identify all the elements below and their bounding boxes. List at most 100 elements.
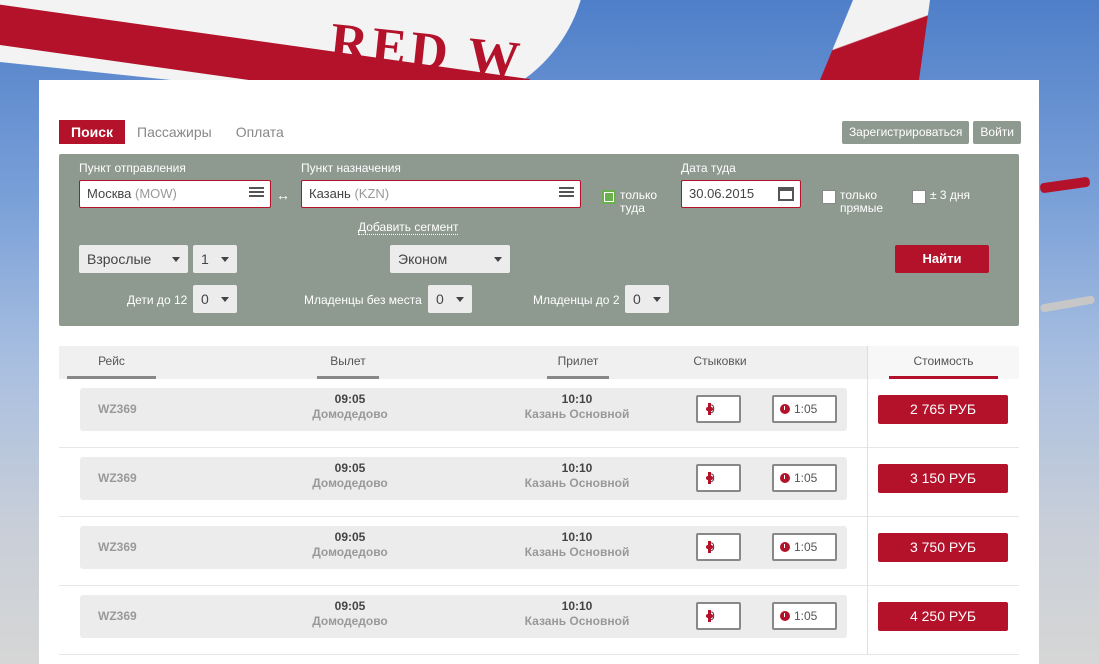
table-row[interactable]: WZ369 09:05 Домодедово 10:10 Казань Осно… [59,448,1019,517]
stops-icon [706,610,713,622]
results-table: Рейс Вылет Прилет Стыковки Стоимость WZ3… [59,346,1019,664]
origin-code: (MOW) [135,186,177,201]
stops-icon [706,472,713,484]
tab-payment[interactable]: Оплата [224,120,296,144]
duration-badge[interactable]: 1:05 [772,533,837,561]
arrival-airport: Казань Основной [524,407,630,421]
arrival-airport: Казань Основной [524,476,630,490]
header-flight[interactable]: Рейс [67,346,156,379]
price-button[interactable]: 3 750 РУБ [878,533,1008,562]
infants-count-select[interactable]: 0 [625,285,669,313]
flex-dates-checkbox[interactable] [912,190,926,204]
date-input[interactable]: 30.06.2015 [681,180,801,208]
infants-noseat-label: Младенцы без места [304,293,422,307]
infants-label: Младенцы до 2 [533,293,620,307]
flight-card[interactable]: WZ369 09:05 Домодедово 10:10 Казань Осно… [80,457,847,500]
flight-card[interactable]: WZ369 09:05 Домодедово 10:10 Казань Осно… [80,388,847,431]
children-count-select[interactable]: 0 [193,285,237,313]
origin-city: Москва [87,186,132,201]
clock-icon [780,542,790,552]
chevron-down-icon [456,297,464,302]
auth-buttons: Зарегистрироваться Войти [841,121,1021,144]
one-way-label: только туда [620,188,658,215]
table-row[interactable]: WZ369 09:05 Домодедово 10:10 Казань Осно… [59,517,1019,586]
airplane-tail [820,0,930,80]
destination-label: Пункт назначения [301,161,401,175]
calendar-icon[interactable] [778,187,794,201]
table-row[interactable]: WZ369 09:05 Домодедово 10:10 Казань Осно… [59,586,1019,655]
flight-number: WZ369 [98,402,137,416]
arrival-info: 10:10 Казань Основной [512,530,642,560]
flex-dates-label: ± 3 дня [930,188,971,202]
chevron-down-icon [221,297,229,302]
search-form: Пункт отправления Москва (MOW) ↔ Пункт н… [59,154,1019,326]
chevron-down-icon [494,257,502,262]
step-tabs: Поиск Пассажиры Оплата [59,120,296,144]
stops-badge[interactable]: 0 [696,395,741,423]
arrival-info: 10:10 Казань Основной [512,461,642,491]
header-arrival[interactable]: Прилет [547,346,609,379]
departure-time: 09:05 [334,530,366,544]
duration-badge[interactable]: 1:05 [772,602,837,630]
price-button[interactable]: 4 250 РУБ [878,602,1008,631]
header-departure[interactable]: Вылет [317,346,379,379]
price-button[interactable]: 2 765 РУБ [878,395,1008,424]
chevron-down-icon [172,257,180,262]
departure-time: 09:05 [334,392,366,406]
header-stops[interactable]: Стыковки [689,346,751,379]
airplane-wing-2 [1039,295,1096,313]
arrival-time: 10:10 [561,461,593,475]
tab-passengers[interactable]: Пассажиры [125,120,224,144]
departure-airport: Домодедово [312,545,388,559]
adults-count-select[interactable]: 1 [193,245,237,273]
date-value: 30.06.2015 [689,186,755,201]
register-button[interactable]: Зарегистрироваться [841,121,970,144]
passenger-type-select[interactable]: Взрослые [79,245,188,273]
arrival-time: 10:10 [561,530,593,544]
clock-icon [780,404,790,414]
departure-time: 09:05 [334,599,366,613]
find-button[interactable]: Найти [895,245,989,273]
results-header: Рейс Вылет Прилет Стыковки Стоимость [59,346,1019,379]
departure-info: 09:05 Домодедово [290,461,410,491]
flight-number: WZ369 [98,540,137,554]
price-button[interactable]: 3 150 РУБ [878,464,1008,493]
flight-number: WZ369 [98,471,137,485]
cabin-class-select[interactable]: Эконом [390,245,510,273]
list-icon[interactable] [559,187,574,200]
flight-card[interactable]: WZ369 09:05 Домодедово 10:10 Казань Осно… [80,595,847,638]
login-button[interactable]: Войти [973,121,1021,144]
direct-only-checkbox[interactable] [822,190,836,204]
airplane-wing [1039,176,1091,194]
chevron-down-icon [653,297,661,302]
infants-noseat-select[interactable]: 0 [428,285,472,313]
table-row[interactable]: WZ369 09:05 Домодедово 10:10 Казань Осно… [59,379,1019,448]
add-segment-link[interactable]: Добавить сегмент [358,220,459,235]
flight-number: WZ369 [98,609,137,623]
stops-icon [706,403,713,415]
one-way-checkbox[interactable] [602,190,616,204]
duration-badge[interactable]: 1:05 [772,464,837,492]
header-price[interactable]: Стоимость [889,346,998,379]
list-icon[interactable] [249,187,264,200]
arrival-airport: Казань Основной [524,545,630,559]
origin-input[interactable]: Москва (MOW) [79,180,271,208]
clock-icon [780,473,790,483]
stops-badge[interactable]: 0 [696,464,741,492]
destination-city: Казань [309,186,351,201]
destination-code: (KZN) [354,186,390,201]
stops-icon [706,541,713,553]
children-label: Дети до 12 [127,293,188,307]
departure-airport: Домодедово [312,614,388,628]
departure-info: 09:05 Домодедово [290,599,410,629]
destination-input[interactable]: Казань (KZN) [301,180,581,208]
stops-badge[interactable]: 0 [696,533,741,561]
duration-badge[interactable]: 1:05 [772,395,837,423]
tab-search[interactable]: Поиск [59,120,126,144]
stops-badge[interactable]: 0 [696,602,741,630]
arrival-time: 10:10 [561,392,593,406]
origin-label: Пункт отправления [79,161,186,175]
swap-icon[interactable]: ↔ [276,187,290,203]
flight-card[interactable]: WZ369 09:05 Домодедово 10:10 Казань Осно… [80,526,847,569]
departure-info: 09:05 Домодедово [290,392,410,422]
